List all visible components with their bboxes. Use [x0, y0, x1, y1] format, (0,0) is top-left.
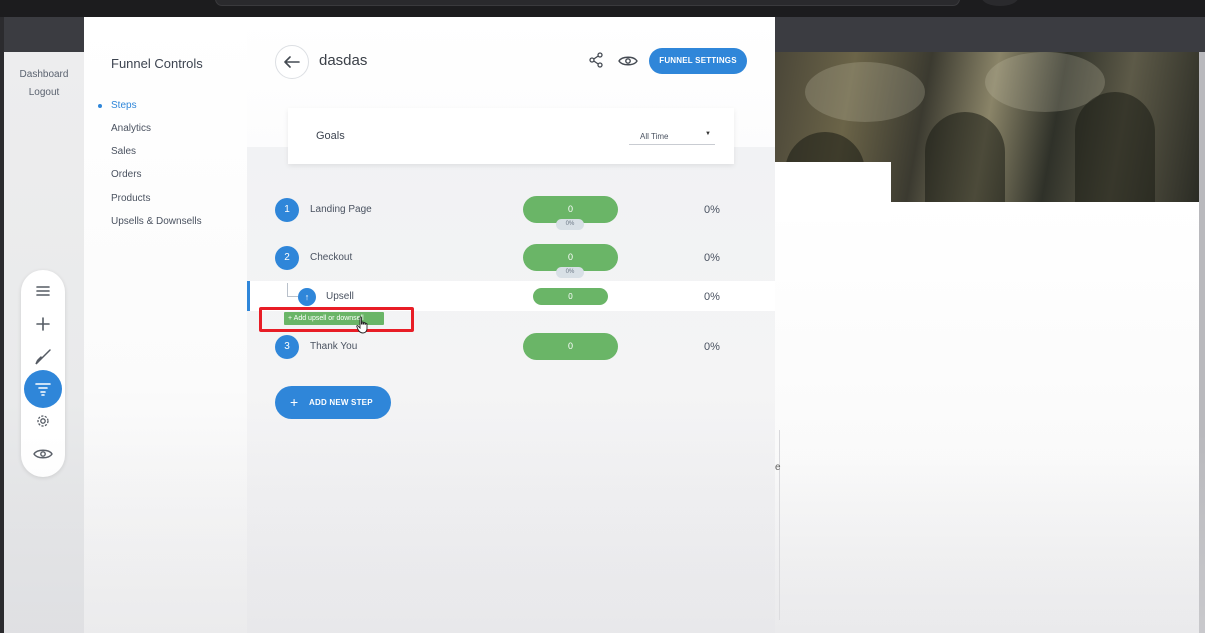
highlight-annotation [259, 307, 414, 332]
active-item-dot [98, 104, 102, 108]
step-number-badge: 2 [275, 246, 299, 270]
page-scrollbar[interactable] [1199, 52, 1205, 633]
logout-link[interactable]: Logout [4, 87, 84, 98]
fc-item-steps[interactable]: Steps [111, 100, 137, 111]
add-new-step-button[interactable]: + ADD NEW STEP [275, 386, 391, 419]
hero-image-cloud [805, 62, 925, 122]
step-percent: 0% [704, 341, 720, 353]
dashboard-link[interactable]: Dashboard [4, 69, 84, 80]
background-card [775, 162, 891, 222]
browser-top-strip [0, 0, 1205, 17]
step-name-thank-you[interactable]: Thank You [310, 341, 357, 352]
caret-down-icon: ▼ [705, 131, 711, 137]
editor-toolbar [21, 270, 65, 477]
upsell-connector [287, 296, 298, 297]
plus-icon[interactable] [21, 316, 65, 332]
upsell-arrow-badge: ↑ [298, 288, 316, 306]
funnel-controls-panel: Funnel Controls Steps Analytics Sales Or… [84, 17, 247, 633]
funnel-settings-button[interactable]: FUNNEL SETTINGS [649, 48, 747, 74]
step-name-upsell[interactable]: Upsell [326, 291, 354, 302]
background-divider [779, 430, 780, 620]
goals-label: Goals [316, 130, 345, 142]
page-title: dasdas [319, 52, 368, 69]
step-percent: 0% [704, 204, 720, 216]
funnel-controls-title: Funnel Controls [111, 56, 203, 71]
add-new-step-label: ADD NEW STEP [309, 398, 373, 407]
gear-icon[interactable] [21, 412, 65, 430]
address-bar[interactable] [215, 0, 960, 6]
step-visits-pill: 0 [533, 288, 608, 305]
plus-icon: + [290, 394, 299, 410]
step-visits-pill: 0 [523, 333, 618, 360]
brush-icon[interactable] [21, 347, 65, 367]
share-icon[interactable] [588, 52, 604, 73]
step-conversion-badge: 0% [556, 267, 584, 278]
step-number-badge: 3 [275, 335, 299, 359]
fc-item-upsells-downsells[interactable]: Upsells & Downsells [111, 216, 202, 227]
browser-profile-button[interactable] [982, 0, 1018, 6]
funnel-filter-icon[interactable] [24, 370, 62, 408]
preview-eye-icon[interactable] [618, 54, 638, 72]
step-name-landing-page[interactable]: Landing Page [310, 204, 372, 215]
time-range-value: All Time [640, 132, 669, 141]
background-page [775, 202, 1205, 633]
fc-item-orders[interactable]: Orders [111, 169, 142, 180]
arrow-left-icon [284, 56, 300, 68]
upsell-connector [287, 283, 288, 296]
step-conversion-badge: 0% [556, 219, 584, 230]
step-percent: 0% [704, 252, 720, 264]
background-text-fragment: e [775, 462, 781, 473]
step-number-badge: 1 [275, 198, 299, 222]
eye-icon[interactable] [21, 446, 65, 462]
upsell-row-indicator [247, 281, 250, 311]
fc-item-products[interactable]: Products [111, 193, 150, 204]
hero-image-tree [925, 112, 1005, 202]
fc-item-analytics[interactable]: Analytics [111, 123, 151, 134]
hand-cursor-icon [356, 316, 370, 339]
goals-card: Goals All Time ▼ [288, 108, 734, 164]
time-range-select[interactable]: All Time ▼ [629, 125, 715, 145]
back-button[interactable] [275, 45, 309, 79]
step-percent: 0% [704, 291, 720, 303]
menu-icon[interactable] [21, 283, 65, 299]
fc-item-sales[interactable]: Sales [111, 146, 136, 157]
step-name-checkout[interactable]: Checkout [310, 252, 352, 263]
hero-image-tree [1075, 92, 1155, 202]
